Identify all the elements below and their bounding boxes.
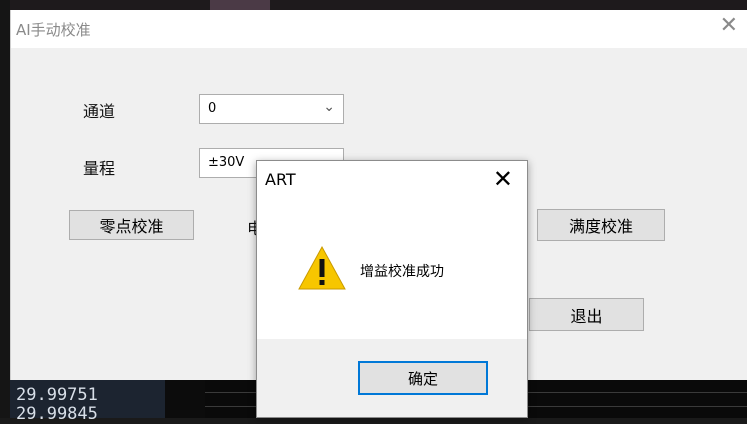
full-scale-calibration-button[interactable]: 满度校准 [537, 209, 665, 241]
background-app-strip [0, 0, 747, 10]
dialog-close-icon[interactable]: ✕ [493, 165, 513, 193]
readout-line-1: 29.99751 [16, 385, 98, 405]
window-titlebar: AI手动校准 ✕ [11, 10, 747, 48]
dialog-footer: 确定 [257, 339, 527, 417]
window-title: AI手动校准 [16, 21, 91, 39]
channel-select-value: 0 [208, 101, 217, 116]
window-close-icon[interactable]: ✕ [720, 13, 738, 38]
message-dialog: ART ✕ 增益校准成功 确定 [256, 160, 528, 418]
ok-button[interactable]: 确定 [358, 361, 488, 395]
channel-select[interactable]: 0 ⌄ [199, 94, 344, 124]
warning-icon [298, 245, 346, 290]
range-label: 量程 [83, 159, 116, 178]
background-fragment [210, 0, 270, 10]
chevron-down-icon: ⌄ [323, 99, 335, 115]
readout-line-2: 29.99845 [16, 404, 98, 424]
dialog-message: 增益校准成功 [360, 264, 444, 280]
channel-label: 通道 [83, 102, 116, 121]
value-readout: 29.99751 29.99845 [10, 380, 165, 424]
range-select-value: ±30V [208, 155, 245, 170]
exit-button[interactable]: 退出 [529, 298, 644, 331]
background-left-strip [0, 0, 10, 418]
zero-calibration-button[interactable]: 零点校准 [69, 210, 194, 240]
dialog-title: ART [265, 170, 296, 189]
